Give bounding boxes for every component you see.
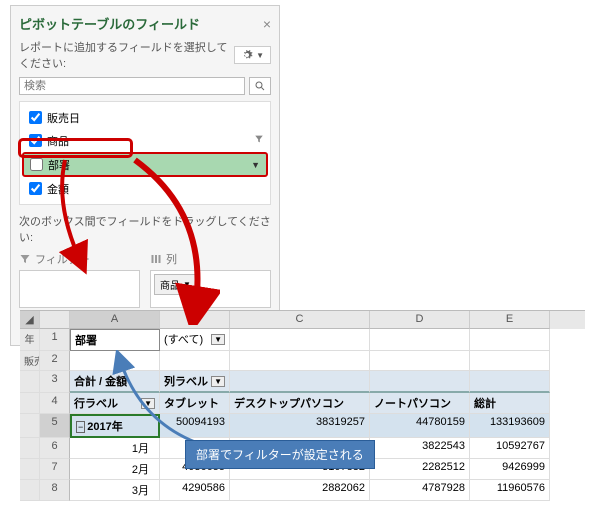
dropdown-button[interactable]: ▼ xyxy=(141,398,155,409)
row-header[interactable]: 6 xyxy=(40,438,70,459)
cell[interactable]: 4787928 xyxy=(370,480,470,501)
collapse-icon[interactable]: − xyxy=(76,421,85,433)
field-checkbox[interactable] xyxy=(29,182,42,195)
filter-icon xyxy=(254,134,264,147)
col-label[interactable]: デスクトップパソコン xyxy=(230,393,370,414)
area-filter-label: フィルター xyxy=(35,251,90,267)
field-checkbox[interactable] xyxy=(29,134,42,147)
field-label: 商品 xyxy=(47,133,69,149)
row-header[interactable]: 2 xyxy=(40,351,70,371)
col-header[interactable]: E xyxy=(470,311,550,329)
cell[interactable] xyxy=(470,351,550,371)
filter-drop-area[interactable] xyxy=(19,270,140,308)
cell[interactable] xyxy=(370,329,470,351)
field-item[interactable]: 金額 xyxy=(22,177,268,200)
col-header[interactable]: D xyxy=(370,311,470,329)
col-header[interactable]: A xyxy=(70,311,160,329)
cell[interactable]: 38319257 xyxy=(230,414,370,438)
pivot-field-panel: ピボットテーブルのフィールド × レポートに追加するフィールドを選択してください… xyxy=(10,5,280,346)
select-all-corner[interactable]: ◢ xyxy=(20,311,40,329)
filter-icon xyxy=(19,253,31,265)
row-header[interactable]: 4 xyxy=(40,393,70,414)
instruction-text-2: 次のボックス間でフィールドをドラッグしてください: xyxy=(19,213,271,245)
col-labels-header[interactable]: 列ラベル▼ xyxy=(160,371,230,393)
row-header[interactable]: 1 xyxy=(40,329,70,351)
columns-drop-area[interactable]: 商品 ▼ xyxy=(150,270,271,308)
row-header[interactable]: 5 xyxy=(40,414,70,438)
dropdown-button[interactable]: ▼ xyxy=(211,376,225,387)
cell[interactable] xyxy=(230,371,370,393)
spreadsheet: ◢ A B C D E 年 1 部署 (すべて)▼ 販売 2 3 合計 / 金額… xyxy=(20,310,585,501)
cell[interactable]: 11960576 xyxy=(470,480,550,501)
field-checkbox[interactable] xyxy=(30,158,43,171)
cell[interactable] xyxy=(70,351,160,371)
search-input[interactable] xyxy=(19,77,245,95)
annotation-callout: 部署でフィルターが設定される xyxy=(185,440,375,469)
field-checkbox[interactable] xyxy=(29,111,42,124)
search-button[interactable] xyxy=(249,77,271,95)
filter-value-cell[interactable]: (すべて)▼ xyxy=(160,329,230,351)
col-header[interactable]: C xyxy=(230,311,370,329)
row-header[interactable]: 7 xyxy=(40,459,70,480)
gear-button[interactable]: ▼ xyxy=(234,46,271,64)
instruction-text: レポートに追加するフィールドを選択してください: xyxy=(19,39,234,71)
cell[interactable]: 2882062 xyxy=(230,480,370,501)
gear-icon xyxy=(241,49,253,61)
cell[interactable]: 9426999 xyxy=(470,459,550,480)
chevron-down-icon: ▼ xyxy=(251,160,260,170)
cell[interactable]: 50094193 xyxy=(160,414,230,438)
row-header-corner xyxy=(40,311,70,329)
group-label: 販売 xyxy=(20,351,40,371)
row-labels-header[interactable]: 行ラベル▼ xyxy=(70,393,160,414)
group-label: 年 xyxy=(20,329,40,351)
cell[interactable]: 2282512 xyxy=(370,459,470,480)
cell[interactable] xyxy=(370,371,470,393)
column-pill[interactable]: 商品 ▼ xyxy=(154,274,197,295)
year-cell[interactable]: −2017年 xyxy=(70,414,160,438)
col-label[interactable]: 総計 xyxy=(470,393,550,414)
cell[interactable] xyxy=(230,329,370,351)
col-label[interactable]: ノートパソコン xyxy=(370,393,470,414)
panel-title: ピボットテーブルのフィールド xyxy=(19,14,200,33)
cell[interactable]: 3822543 xyxy=(370,438,470,459)
values-label[interactable]: 合計 / 金額 xyxy=(70,371,160,393)
cell[interactable]: 10592767 xyxy=(470,438,550,459)
field-list: 販売日 商品 部署 ▼ 金額 xyxy=(19,101,271,205)
col-label[interactable]: タブレット xyxy=(160,393,230,414)
cell[interactable]: 4290586 xyxy=(160,480,230,501)
cell[interactable] xyxy=(470,329,550,351)
month-cell[interactable]: 3月 xyxy=(70,480,160,501)
field-label: 部署 xyxy=(48,157,70,173)
area-columns-label: 列 xyxy=(166,251,177,267)
month-cell[interactable]: 1月 xyxy=(70,438,160,459)
dropdown-button[interactable]: ▼ xyxy=(211,334,225,345)
field-item[interactable]: 販売日 xyxy=(22,106,268,129)
field-label: 金額 xyxy=(47,181,69,197)
cell[interactable] xyxy=(470,371,550,393)
cell[interactable]: 133193609 xyxy=(470,414,550,438)
col-header[interactable]: B xyxy=(160,311,230,329)
row-header[interactable]: 3 xyxy=(40,371,70,393)
field-item-highlighted[interactable]: 部署 ▼ xyxy=(22,152,268,177)
field-item[interactable]: 商品 xyxy=(22,129,268,152)
filter-field-cell[interactable]: 部署 xyxy=(70,329,160,351)
month-cell[interactable]: 2月 xyxy=(70,459,160,480)
cell[interactable]: 44780159 xyxy=(370,414,470,438)
cell[interactable] xyxy=(230,351,370,371)
cell[interactable] xyxy=(370,351,470,371)
row-header[interactable]: 8 xyxy=(40,480,70,501)
search-icon xyxy=(254,80,266,92)
field-label: 販売日 xyxy=(47,110,80,126)
close-icon[interactable]: × xyxy=(263,16,271,32)
cell[interactable] xyxy=(160,351,230,371)
columns-icon xyxy=(150,253,162,265)
